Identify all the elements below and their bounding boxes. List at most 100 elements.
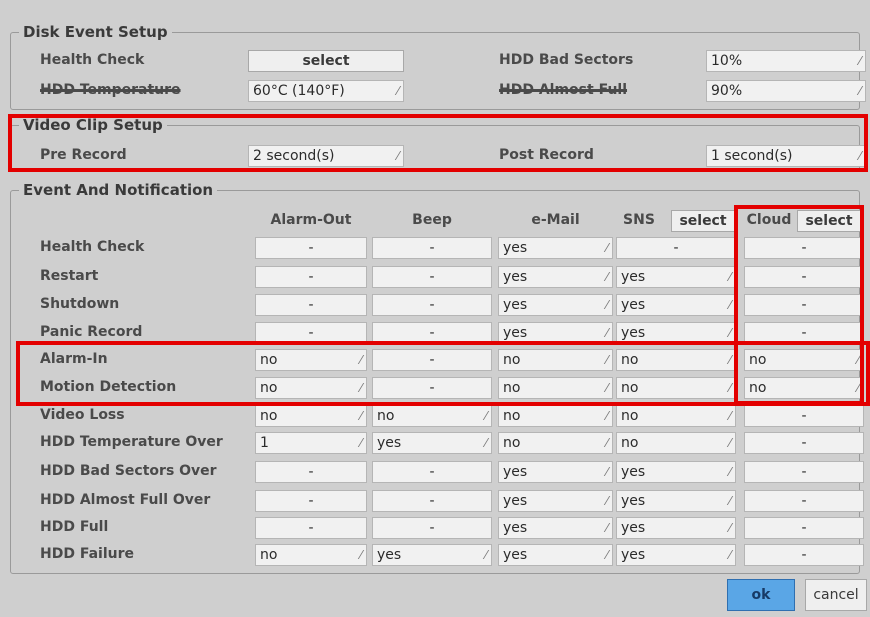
dropdown-icon: ⁄ [728,548,731,562]
dropdown-icon: ⁄ [359,436,362,450]
sns-cell[interactable]: yes ⁄ [616,322,736,344]
beep-cell[interactable]: - [372,377,492,399]
alarm-cell[interactable]: - [255,461,367,483]
sns-cell[interactable]: yes ⁄ [616,490,736,512]
cloud-cell[interactable]: - [744,517,864,539]
cell-value: - [429,297,435,313]
sns-cell[interactable]: yes ⁄ [616,517,736,539]
alarm-cell[interactable]: - [255,517,367,539]
alarm-cell[interactable]: - [255,237,367,259]
row-label: Panic Record [40,324,143,340]
email-cell[interactable]: no ⁄ [498,432,613,454]
beep-cell[interactable]: - [372,517,492,539]
beep-cell[interactable]: - [372,322,492,344]
beep-cell[interactable]: - [372,490,492,512]
dropdown-icon: ⁄ [484,548,487,562]
alarm-cell[interactable]: no ⁄ [255,377,367,399]
alarm-cell[interactable]: no ⁄ [255,405,367,427]
cloud-cell[interactable]: - [744,461,864,483]
cloud-cell[interactable]: - [744,405,864,427]
cloud-cell[interactable]: no ⁄ [744,349,864,371]
dropdown-icon: ⁄ [605,241,608,255]
email-cell[interactable]: yes ⁄ [498,517,613,539]
ok-button[interactable]: ok [727,579,795,611]
sns-cell[interactable]: - [616,237,736,259]
dropdown-icon: ⁄ [605,548,608,562]
sns-cell[interactable]: no ⁄ [616,349,736,371]
cloud-cell[interactable]: - [744,432,864,454]
dropdown-icon: ⁄ [605,521,608,535]
cloud-cell[interactable]: - [744,237,864,259]
dropdown-icon: ⁄ [605,353,608,367]
cloud-select-button[interactable]: select [797,210,861,232]
beep-cell[interactable]: - [372,237,492,259]
alarm-cell[interactable]: no ⁄ [255,544,367,566]
cell-value: - [429,269,435,285]
alarm-cell[interactable]: - [255,490,367,512]
sns-select-button[interactable]: select [671,210,735,232]
sns-cell[interactable]: yes ⁄ [616,294,736,316]
health-select-button[interactable]: select [248,50,404,72]
cell-value: - [308,269,314,285]
beep-cell[interactable]: yes ⁄ [372,432,492,454]
email-cell[interactable]: yes ⁄ [498,294,613,316]
cell-value: yes [503,464,528,480]
cell-value: - [429,352,435,368]
email-cell[interactable]: yes ⁄ [498,322,613,344]
cloud-cell[interactable]: - [744,490,864,512]
cell-value: no [260,352,278,368]
cloud-cell[interactable]: - [744,294,864,316]
dropdown-icon: ⁄ [728,298,731,312]
beep-cell[interactable]: - [372,266,492,288]
email-cell[interactable]: yes ⁄ [498,544,613,566]
cloud-cell[interactable]: - [744,544,864,566]
row-label: HDD Failure [40,546,134,562]
hdd-almost-full-select[interactable]: 90% ⁄ [706,80,866,102]
hdd-bad-sectors-value: 10% [711,53,743,69]
cell-value: yes [503,325,528,341]
row-label: Alarm-In [40,351,108,367]
alarm-cell[interactable]: 1 ⁄ [255,432,367,454]
cloud-cell[interactable]: - [744,266,864,288]
cancel-button[interactable]: cancel [805,579,867,611]
sns-cell[interactable]: yes ⁄ [616,461,736,483]
email-cell[interactable]: no ⁄ [498,349,613,371]
email-cell[interactable]: yes ⁄ [498,237,613,259]
cell-value: yes [503,493,528,509]
sns-cell[interactable]: yes ⁄ [616,544,736,566]
email-cell[interactable]: yes ⁄ [498,490,613,512]
cell-value: no [621,408,639,424]
email-cell[interactable]: yes ⁄ [498,266,613,288]
alarm-cell[interactable]: - [255,266,367,288]
sns-cell[interactable]: no ⁄ [616,432,736,454]
alarm-cell[interactable]: - [255,294,367,316]
email-cell[interactable]: no ⁄ [498,405,613,427]
beep-cell[interactable]: - [372,294,492,316]
dropdown-icon: ⁄ [605,326,608,340]
sns-cell[interactable]: yes ⁄ [616,266,736,288]
sns-cell[interactable]: no ⁄ [616,405,736,427]
sns-cell[interactable]: no ⁄ [616,377,736,399]
beep-cell[interactable]: yes ⁄ [372,544,492,566]
alarm-cell[interactable]: - [255,322,367,344]
cloud-cell[interactable]: no ⁄ [744,377,864,399]
pre-record-select[interactable]: 2 second(s) ⁄ [248,145,404,167]
alarm-cell[interactable]: no ⁄ [255,349,367,371]
email-cell[interactable]: yes ⁄ [498,461,613,483]
beep-cell[interactable]: - [372,461,492,483]
dropdown-icon: ⁄ [858,84,861,98]
cell-value: yes [621,520,646,536]
cell-value: yes [377,547,402,563]
cell-value: no [621,435,639,451]
hdd-bad-sectors-select[interactable]: 10% ⁄ [706,50,866,72]
email-cell[interactable]: no ⁄ [498,377,613,399]
cloud-cell[interactable]: - [744,322,864,344]
beep-cell[interactable]: - [372,349,492,371]
dropdown-icon: ⁄ [728,381,731,395]
cell-value: no [503,380,521,396]
dropdown-icon: ⁄ [728,270,731,284]
beep-cell[interactable]: no ⁄ [372,405,492,427]
row-label: HDD Full [40,519,109,535]
hdd-temperature-select[interactable]: 60°C (140°F) ⁄ [248,80,404,102]
post-record-select[interactable]: 1 second(s) ⁄ [706,145,866,167]
